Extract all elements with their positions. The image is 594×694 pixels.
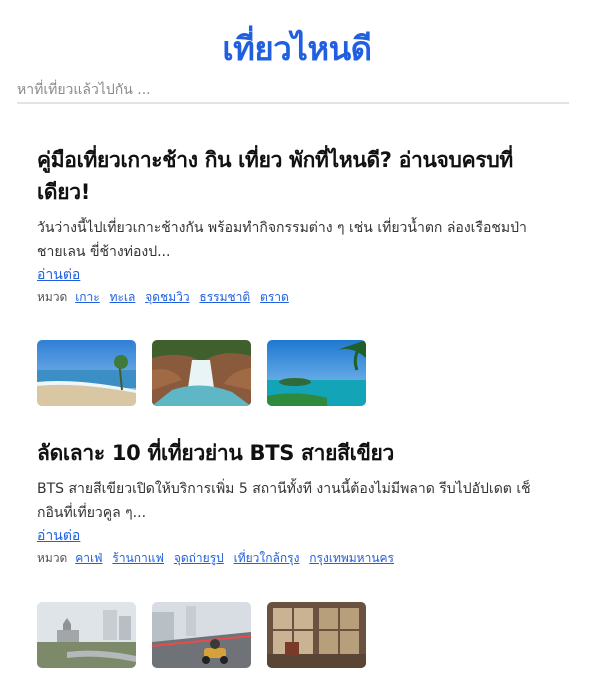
- read-more-link[interactable]: อ่านต่อ: [37, 265, 80, 286]
- go-kart-photo[interactable]: [152, 602, 251, 668]
- category-tag[interactable]: คาเฟ่: [75, 551, 102, 565]
- category-label: หมวด: [37, 290, 68, 304]
- category-tag[interactable]: จุดถ่ายรูป: [174, 551, 224, 565]
- beach-photo[interactable]: [37, 340, 136, 406]
- search-input[interactable]: [17, 78, 569, 104]
- island-photo[interactable]: [267, 340, 366, 406]
- category-tag[interactable]: เที่ยวใกล้กรุง: [234, 551, 300, 565]
- post-title[interactable]: ลัดเลาะ 10 ที่เที่ยวย่าน BTS สายสีเขียว: [37, 437, 537, 469]
- category-tag[interactable]: เกาะ: [75, 290, 100, 304]
- thumbnail-row: [37, 340, 366, 406]
- post-title[interactable]: คู่มือเที่ยวเกาะช้าง กิน เที่ยว พักที่ไห…: [37, 144, 537, 208]
- category-tag[interactable]: ตราด: [260, 290, 289, 304]
- post-card: คู่มือเที่ยวเกาะช้าง กิน เที่ยว พักที่ไห…: [37, 144, 537, 308]
- category-tag[interactable]: จุดชมวิว: [145, 290, 189, 304]
- read-more-link[interactable]: อ่านต่อ: [37, 526, 80, 547]
- city-park-photo[interactable]: [37, 602, 136, 668]
- post-card: ลัดเลาะ 10 ที่เที่ยวย่าน BTS สายสีเขียว …: [37, 437, 537, 569]
- cafe-interior-photo[interactable]: [267, 602, 366, 668]
- category-list: หมวด เกาะ ทะเล จุดชมวิว ธรรมชาติ ตราด: [37, 286, 537, 308]
- post-excerpt: วันว่างนี้ไปเที่ยวเกาะช้างกัน พร้อมทำกิจ…: [37, 220, 527, 260]
- category-tag[interactable]: ร้านกาแฟ: [112, 551, 164, 565]
- category-tag[interactable]: ธรรมชาติ: [199, 290, 250, 304]
- post-excerpt: BTS สายสีเขียวเปิดให้บริการเพิ่ม 5 สถานี…: [37, 481, 531, 521]
- category-tag[interactable]: กรุงเทพมหานคร: [309, 551, 394, 565]
- waterfall-photo[interactable]: [152, 340, 251, 406]
- app-title: เที่ยวไหนดี: [222, 29, 372, 68]
- thumbnail-row: [37, 602, 366, 668]
- category-label: หมวด: [37, 551, 68, 565]
- category-tag[interactable]: ทะเล: [110, 290, 136, 304]
- category-list: หมวด คาเฟ่ ร้านกาแฟ จุดถ่ายรูป เที่ยวใกล…: [37, 547, 537, 569]
